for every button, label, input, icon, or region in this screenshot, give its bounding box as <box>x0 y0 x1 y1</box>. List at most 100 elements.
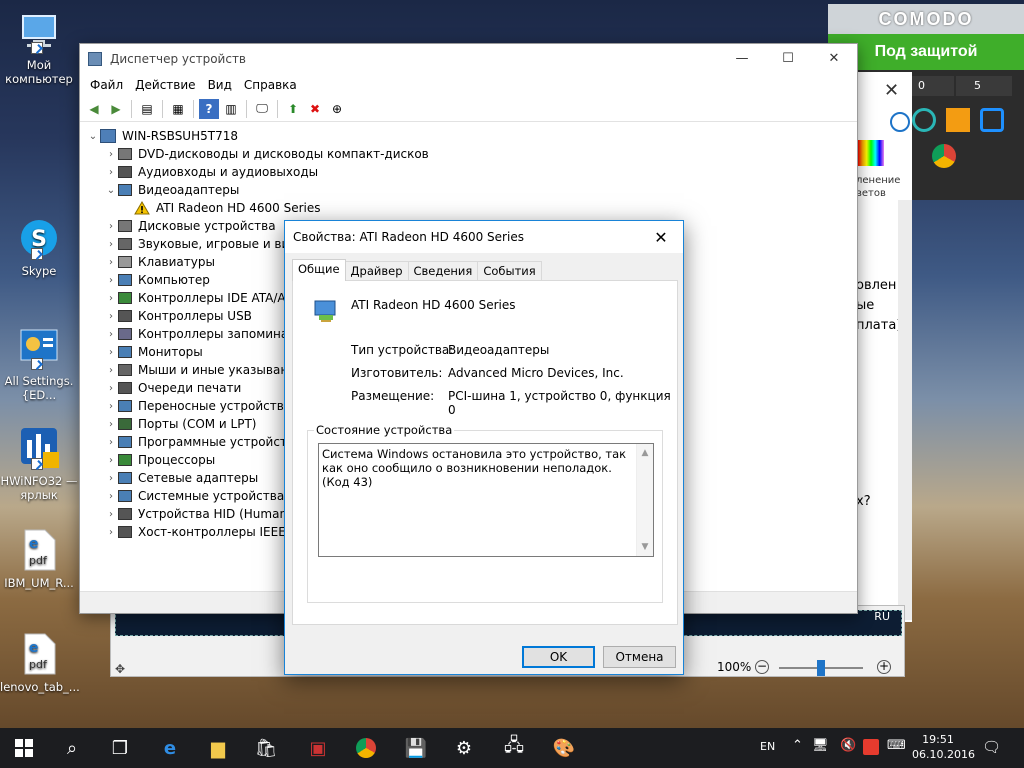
expand-icon[interactable]: › <box>104 347 118 358</box>
window-title: Диспетчер устройств <box>110 52 247 66</box>
expand-icon[interactable]: › <box>104 527 118 538</box>
scroll-down-icon[interactable]: ▼ <box>637 540 653 554</box>
dialog-title-bar[interactable]: Свойства: ATI Radeon HD 4600 Series ✕ <box>285 221 683 253</box>
expand-icon[interactable]: › <box>104 311 118 322</box>
floppy-save-icon[interactable]: 💾 <box>392 728 440 768</box>
scan-hardware-icon[interactable]: 🖵 <box>252 99 272 119</box>
expand-icon[interactable]: › <box>104 401 118 412</box>
expand-icon[interactable]: › <box>104 383 118 394</box>
edge-icon[interactable]: e <box>146 728 194 768</box>
tree-category[interactable]: ⌄ Видеоадаптеры <box>80 181 857 199</box>
tab-events[interactable]: События <box>477 261 542 281</box>
close-icon[interactable]: ✕ <box>884 80 899 101</box>
menu-help[interactable]: Справка <box>238 78 303 92</box>
settings-icon[interactable] <box>980 108 1004 132</box>
title-bar[interactable]: Диспетчер устройств — ☐ ✕ <box>80 44 857 74</box>
desktop-icon-pdf-lenovo[interactable]: e pdf lenovo_tab_... <box>0 632 80 694</box>
uninstall-icon[interactable]: ✖ <box>305 99 325 119</box>
paint-icon[interactable]: 🎨 <box>540 728 588 768</box>
expand-icon[interactable]: › <box>104 257 118 268</box>
zoom-out-button[interactable]: − <box>755 660 769 674</box>
tree-category[interactable]: › DVD-дисководы и дисководы компакт-диско… <box>80 145 857 163</box>
comodo-tray-icon[interactable] <box>863 739 879 755</box>
comodo-counter-left[interactable]: 0 <box>912 76 954 96</box>
chrome-icon[interactable] <box>932 144 956 168</box>
collapse-icon[interactable]: ⌄ <box>104 185 118 196</box>
file-explorer-icon[interactable]: ▆ <box>194 728 242 768</box>
desktop-icon-all-settings[interactable]: All Settings.{ED... <box>0 326 78 402</box>
task-view-icon[interactable]: ❐ <box>96 728 144 768</box>
tray-chevron-icon[interactable]: ⌃ <box>792 738 803 753</box>
keyboard-icon[interactable]: ⌨ <box>887 738 906 753</box>
clock[interactable]: 19:51 06.10.2016 <box>912 732 975 762</box>
desktop-icon-pdf-ibm[interactable]: e pdf IBM_UM_R... <box>0 528 78 590</box>
expand-icon[interactable]: › <box>104 473 118 484</box>
expand-icon[interactable]: › <box>104 509 118 520</box>
action-center-icon[interactable]: 🗨 <box>982 738 1001 756</box>
move-handle-icon[interactable]: ✥ <box>115 662 125 676</box>
back-icon[interactable]: ◀ <box>84 99 104 119</box>
start-button[interactable] <box>0 728 48 768</box>
vertical-scrollbar[interactable] <box>898 200 912 620</box>
collapse-icon[interactable]: ⌄ <box>86 131 100 142</box>
properties-view-icon[interactable]: ▤ <box>137 99 157 119</box>
device-status-text[interactable]: Система Windows остановила это устройств… <box>318 443 654 557</box>
tab-details[interactable]: Сведения <box>407 261 479 281</box>
tree-category[interactable]: › Аудиовходы и аудиовыходы <box>80 163 857 181</box>
dialog-close-button[interactable]: ✕ <box>639 228 683 247</box>
search-icon[interactable]: ⌕ <box>48 728 96 768</box>
expand-icon[interactable]: › <box>104 365 118 376</box>
expand-icon[interactable]: › <box>104 239 118 250</box>
ok-button[interactable]: OK <box>522 646 595 668</box>
desktop-icon-skype[interactable]: S Skype <box>0 216 78 278</box>
desktop-icon-hwinfo[interactable]: HWiNFO32 — ярлык <box>0 426 78 502</box>
status-scrollbar[interactable]: ▲ ▼ <box>636 444 653 556</box>
scroll-up-icon[interactable]: ▲ <box>637 446 653 460</box>
tree-root[interactable]: ⌄ WIN-RSBSUH5T718 <box>80 127 857 145</box>
chart-icon[interactable] <box>946 108 970 132</box>
comodo-counter-right[interactable]: 5 <box>956 76 1012 96</box>
tab-driver[interactable]: Драйвер <box>344 261 409 281</box>
menu-action[interactable]: Действие <box>129 78 201 92</box>
expand-icon[interactable]: › <box>104 275 118 286</box>
close-button[interactable]: ✕ <box>811 44 857 74</box>
disable-device-icon[interactable]: ⊕ <box>327 99 347 119</box>
expand-icon[interactable]: › <box>104 167 118 178</box>
input-language[interactable]: EN <box>760 740 775 753</box>
store-icon[interactable]: 🛍 <box>242 728 290 768</box>
expand-icon[interactable]: › <box>104 455 118 466</box>
network-icon[interactable]: 🖥 <box>812 738 829 753</box>
zoom-slider-thumb[interactable] <box>817 660 825 676</box>
update-driver-icon[interactable]: ⬆ <box>283 99 303 119</box>
cancel-button[interactable]: Отмена <box>603 646 676 668</box>
volume-icon[interactable]: 🔇 <box>840 738 856 753</box>
menu-view[interactable]: Вид <box>202 78 238 92</box>
minimize-button[interactable]: — <box>719 44 765 74</box>
expand-icon[interactable]: › <box>104 437 118 448</box>
tree-device-item[interactable]: ATI Radeon HD 4600 Series <box>80 199 857 217</box>
help-icon[interactable] <box>890 112 910 132</box>
desktop-icon-my-computer[interactable]: Мой компьютер <box>0 10 78 86</box>
prop-value-manufacturer: Advanced Micro Devices, Inc. <box>448 366 624 380</box>
properties-icon[interactable]: ▥ <box>221 99 241 119</box>
refresh-icon[interactable] <box>912 108 936 132</box>
expand-icon[interactable]: › <box>104 293 118 304</box>
device-category-icon <box>118 454 132 466</box>
network-devices-icon[interactable]: 🖧 <box>490 728 538 768</box>
zoom-in-button[interactable]: + <box>877 660 891 674</box>
show-hide-icon[interactable]: ▦ <box>168 99 188 119</box>
expand-icon[interactable]: › <box>104 149 118 160</box>
expand-icon[interactable]: › <box>104 329 118 340</box>
expand-icon[interactable]: › <box>104 419 118 430</box>
settings-gear-icon[interactable]: ⚙ <box>440 728 488 768</box>
app-icon[interactable]: ▣ <box>294 728 342 768</box>
chrome-icon[interactable] <box>342 728 390 768</box>
tab-general[interactable]: Общие <box>292 259 346 281</box>
forward-icon[interactable]: ▶ <box>106 99 126 119</box>
tree-item-label: DVD-дисководы и дисководы компакт-дисков <box>138 147 429 161</box>
menu-file[interactable]: Файл <box>84 78 129 92</box>
expand-icon[interactable]: › <box>104 491 118 502</box>
help-icon[interactable]: ? <box>199 98 219 119</box>
expand-icon[interactable]: › <box>104 221 118 232</box>
maximize-button[interactable]: ☐ <box>765 44 811 74</box>
